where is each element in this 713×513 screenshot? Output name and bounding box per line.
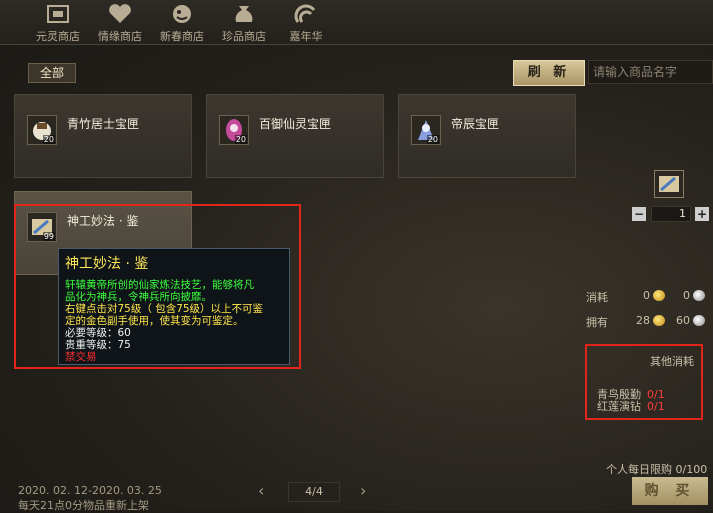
own-row: 拥有 28 60 xyxy=(584,314,713,330)
item-name: 帝辰宝匣 xyxy=(451,117,500,131)
other-costs-title: 其他消耗 xyxy=(650,355,694,368)
chevron-left-icon[interactable]: ‹ xyxy=(258,481,264,500)
chevron-right-icon[interactable]: › xyxy=(360,481,366,500)
tab-label: 情缘商店 xyxy=(98,30,142,43)
tab-carnival[interactable]: 嘉年华 xyxy=(276,2,336,43)
item-icon: 20 xyxy=(219,115,249,145)
item-card[interactable]: 20 帝辰宝匣 xyxy=(398,94,576,178)
gold-coin-icon xyxy=(653,290,665,301)
spring-festival-icon xyxy=(173,5,191,23)
shop-tab-bar: 元灵商店 情缘商店 新春商店 珍品商店 嘉年华 xyxy=(0,0,713,45)
cost-row: 消耗 0 0 xyxy=(584,289,713,305)
tab-label: 嘉年华 xyxy=(289,30,323,43)
gold-coin-icon xyxy=(653,315,665,326)
carnival-icon xyxy=(294,4,316,23)
cost-silver-value: 0 xyxy=(683,289,690,302)
item-qty: 20 xyxy=(234,135,247,144)
tab-spring-shop[interactable]: 新春商店 xyxy=(152,2,212,43)
own-label: 拥有 xyxy=(586,316,608,329)
yuanling-shop-icon xyxy=(47,5,69,23)
item-qty: 20 xyxy=(42,135,55,144)
tab-qingyuan-shop[interactable]: 情缘商店 xyxy=(90,2,150,43)
quantity-field[interactable]: 1 xyxy=(651,206,691,222)
item-name: 百御仙灵宝匣 xyxy=(259,117,332,131)
item-qty: 20 xyxy=(426,135,439,144)
search-input[interactable] xyxy=(588,60,713,84)
tab-yuanling-shop[interactable]: 元灵商店 xyxy=(28,2,88,43)
cost-gold-value: 0 xyxy=(643,289,650,302)
sale-date-range: 2020. 02. 12-2020. 03. 25 xyxy=(18,484,162,497)
tab-treasure-shop[interactable]: 珍品商店 xyxy=(214,2,274,43)
silver-coin-icon xyxy=(693,290,705,301)
highlight-box-item xyxy=(14,204,301,369)
other-cost-count: 0/1 xyxy=(647,400,665,413)
item-name: 青竹居士宝匣 xyxy=(67,117,140,131)
refresh-button[interactable]: 刷 新 xyxy=(513,60,585,86)
tab-label: 珍品商店 xyxy=(222,30,266,43)
cost-label: 消耗 xyxy=(586,291,608,304)
quantity-minus-button[interactable]: − xyxy=(632,207,646,221)
heart-icon xyxy=(109,4,131,24)
selected-item-preview xyxy=(654,170,684,198)
item-icon: 20 xyxy=(27,115,57,145)
filter-all-button[interactable]: 全部 xyxy=(28,63,76,83)
quantity-plus-button[interactable]: + xyxy=(695,207,709,221)
treasure-bag-icon xyxy=(235,6,253,22)
item-icon: 20 xyxy=(411,115,441,145)
other-cost-item: 红莲演钻 0/1 xyxy=(597,398,665,414)
tab-label: 元灵商店 xyxy=(36,30,80,43)
own-silver-value: 60 xyxy=(676,314,690,327)
daily-limit-text: 个人每日限购 0/100 xyxy=(606,463,708,476)
page-indicator: 4/4 xyxy=(288,482,340,502)
item-card[interactable]: 20 青竹居士宝匣 xyxy=(14,94,192,178)
tab-label: 新春商店 xyxy=(160,30,204,43)
buy-button[interactable]: 购 买 xyxy=(632,477,708,505)
other-cost-name: 红莲演钻 xyxy=(597,400,641,413)
own-gold-value: 28 xyxy=(636,314,650,327)
item-card[interactable]: 20 百御仙灵宝匣 xyxy=(206,94,384,178)
silver-coin-icon xyxy=(693,315,705,326)
